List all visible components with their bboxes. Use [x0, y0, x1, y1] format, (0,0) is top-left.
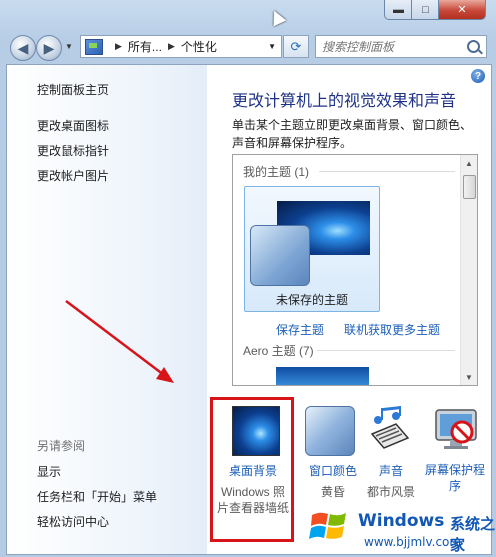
- sidebar-link-mouse-pointer[interactable]: 更改鼠标指针: [37, 142, 109, 159]
- page-title: 更改计算机上的视觉效果和声音: [232, 93, 457, 110]
- see-also-display[interactable]: 显示: [37, 463, 61, 480]
- control-panel-icon: [85, 38, 103, 55]
- minimize-button[interactable]: ▬: [384, 0, 413, 20]
- refresh-button[interactable]: ⟳: [283, 35, 309, 58]
- mouse-cursor-icon: [267, 7, 287, 27]
- see-also-heading: 另请参阅: [37, 439, 86, 453]
- back-button[interactable]: ◀: [10, 35, 36, 61]
- save-theme-link[interactable]: 保存主题: [276, 321, 324, 338]
- see-also-taskbar[interactable]: 任务栏和「开始」菜单: [37, 488, 157, 505]
- close-button[interactable]: ✕: [438, 0, 486, 20]
- back-icon: ◀: [17, 39, 29, 56]
- watermark-url: www.bjjmlv.com: [364, 535, 462, 549]
- my-themes-header: 我的主题 (1): [243, 165, 310, 179]
- windows-logo-icon: [309, 512, 346, 539]
- address-dropdown-icon[interactable]: ▼: [268, 42, 276, 51]
- watermark-brand: Windows: [358, 511, 445, 531]
- divider: [319, 171, 455, 172]
- navigation-bar: ◀ ▶ ▼ ▶ 所有... ▶ 个性化 ▼ ⟳: [0, 30, 496, 64]
- divider: [317, 350, 455, 351]
- aero-theme-thumbnail[interactable]: [276, 367, 369, 385]
- search-input[interactable]: [316, 38, 464, 55]
- see-also-ease-of-access[interactable]: 轻松访问中心: [37, 513, 109, 530]
- scroll-down-icon[interactable]: ▼: [461, 369, 477, 385]
- refresh-icon: ⟳: [290, 38, 302, 54]
- sidebar-link-desktop-icons[interactable]: 更改桌面图标: [37, 117, 109, 134]
- breadcrumb-personalization[interactable]: 个性化: [181, 38, 217, 55]
- site-watermark: Windows 系统之家 www.bjjmlv.com: [302, 499, 496, 557]
- scroll-up-icon[interactable]: ▲: [461, 155, 477, 171]
- annotation-highlight-box: [210, 397, 294, 542]
- theme-window-color-thumbnail: [250, 225, 310, 286]
- theme-card-unsaved[interactable]: 未保存的主题: [244, 186, 380, 312]
- maximize-button[interactable]: □: [411, 0, 440, 20]
- recent-pages-dropdown[interactable]: ▼: [65, 42, 73, 51]
- search-icon[interactable]: [467, 40, 480, 53]
- window-frame: ▬ □ ✕ ◀ ▶ ▼ ▶ 所有... ▶ 个性化 ▼ ⟳ 控制面板主页 更改桌…: [0, 0, 496, 557]
- sounds-label[interactable]: 声音: [356, 462, 426, 479]
- forward-icon: ▶: [43, 39, 55, 56]
- sounds-value: 都市风景: [366, 485, 415, 499]
- sounds-icon: [370, 406, 410, 449]
- window-color-icon: [305, 406, 355, 456]
- theme-list-scrollbar[interactable]: ▲ ▼: [460, 155, 477, 385]
- breadcrumb-all[interactable]: 所有...: [128, 38, 162, 55]
- forward-button[interactable]: ▶: [36, 35, 62, 61]
- page-description: 单击某个主题立即更改桌面背景、窗口颜色、声音和屏幕保护程序。: [232, 118, 473, 150]
- sidebar-link-account-picture[interactable]: 更改帐户图片: [37, 167, 109, 184]
- breadcrumb-separator: ▶: [167, 41, 175, 51]
- annotation-arrow-icon: [65, 300, 174, 383]
- title-bar: ▬ □ ✕: [0, 0, 496, 30]
- sidebar-link-home[interactable]: 控制面板主页: [37, 81, 109, 98]
- help-icon[interactable]: ?: [471, 69, 485, 83]
- theme-list: 我的主题 (1) 未保存的主题 保存主题 联机获取更多主题 Aero 主题 (7…: [232, 154, 478, 386]
- breadcrumb-separator: ▶: [115, 41, 122, 51]
- screen-saver-icon: [435, 409, 477, 449]
- theme-name: 未保存的主题: [275, 293, 348, 307]
- aero-themes-header: Aero 主题 (7): [243, 344, 314, 358]
- scroll-thumb[interactable]: [463, 175, 476, 199]
- search-box[interactable]: [315, 35, 487, 58]
- address-bar[interactable]: ▶ 所有... ▶ 个性化 ▼: [80, 35, 282, 58]
- screen-saver-label[interactable]: 屏幕保护程序: [420, 462, 490, 494]
- get-more-themes-link[interactable]: 联机获取更多主题: [344, 321, 440, 338]
